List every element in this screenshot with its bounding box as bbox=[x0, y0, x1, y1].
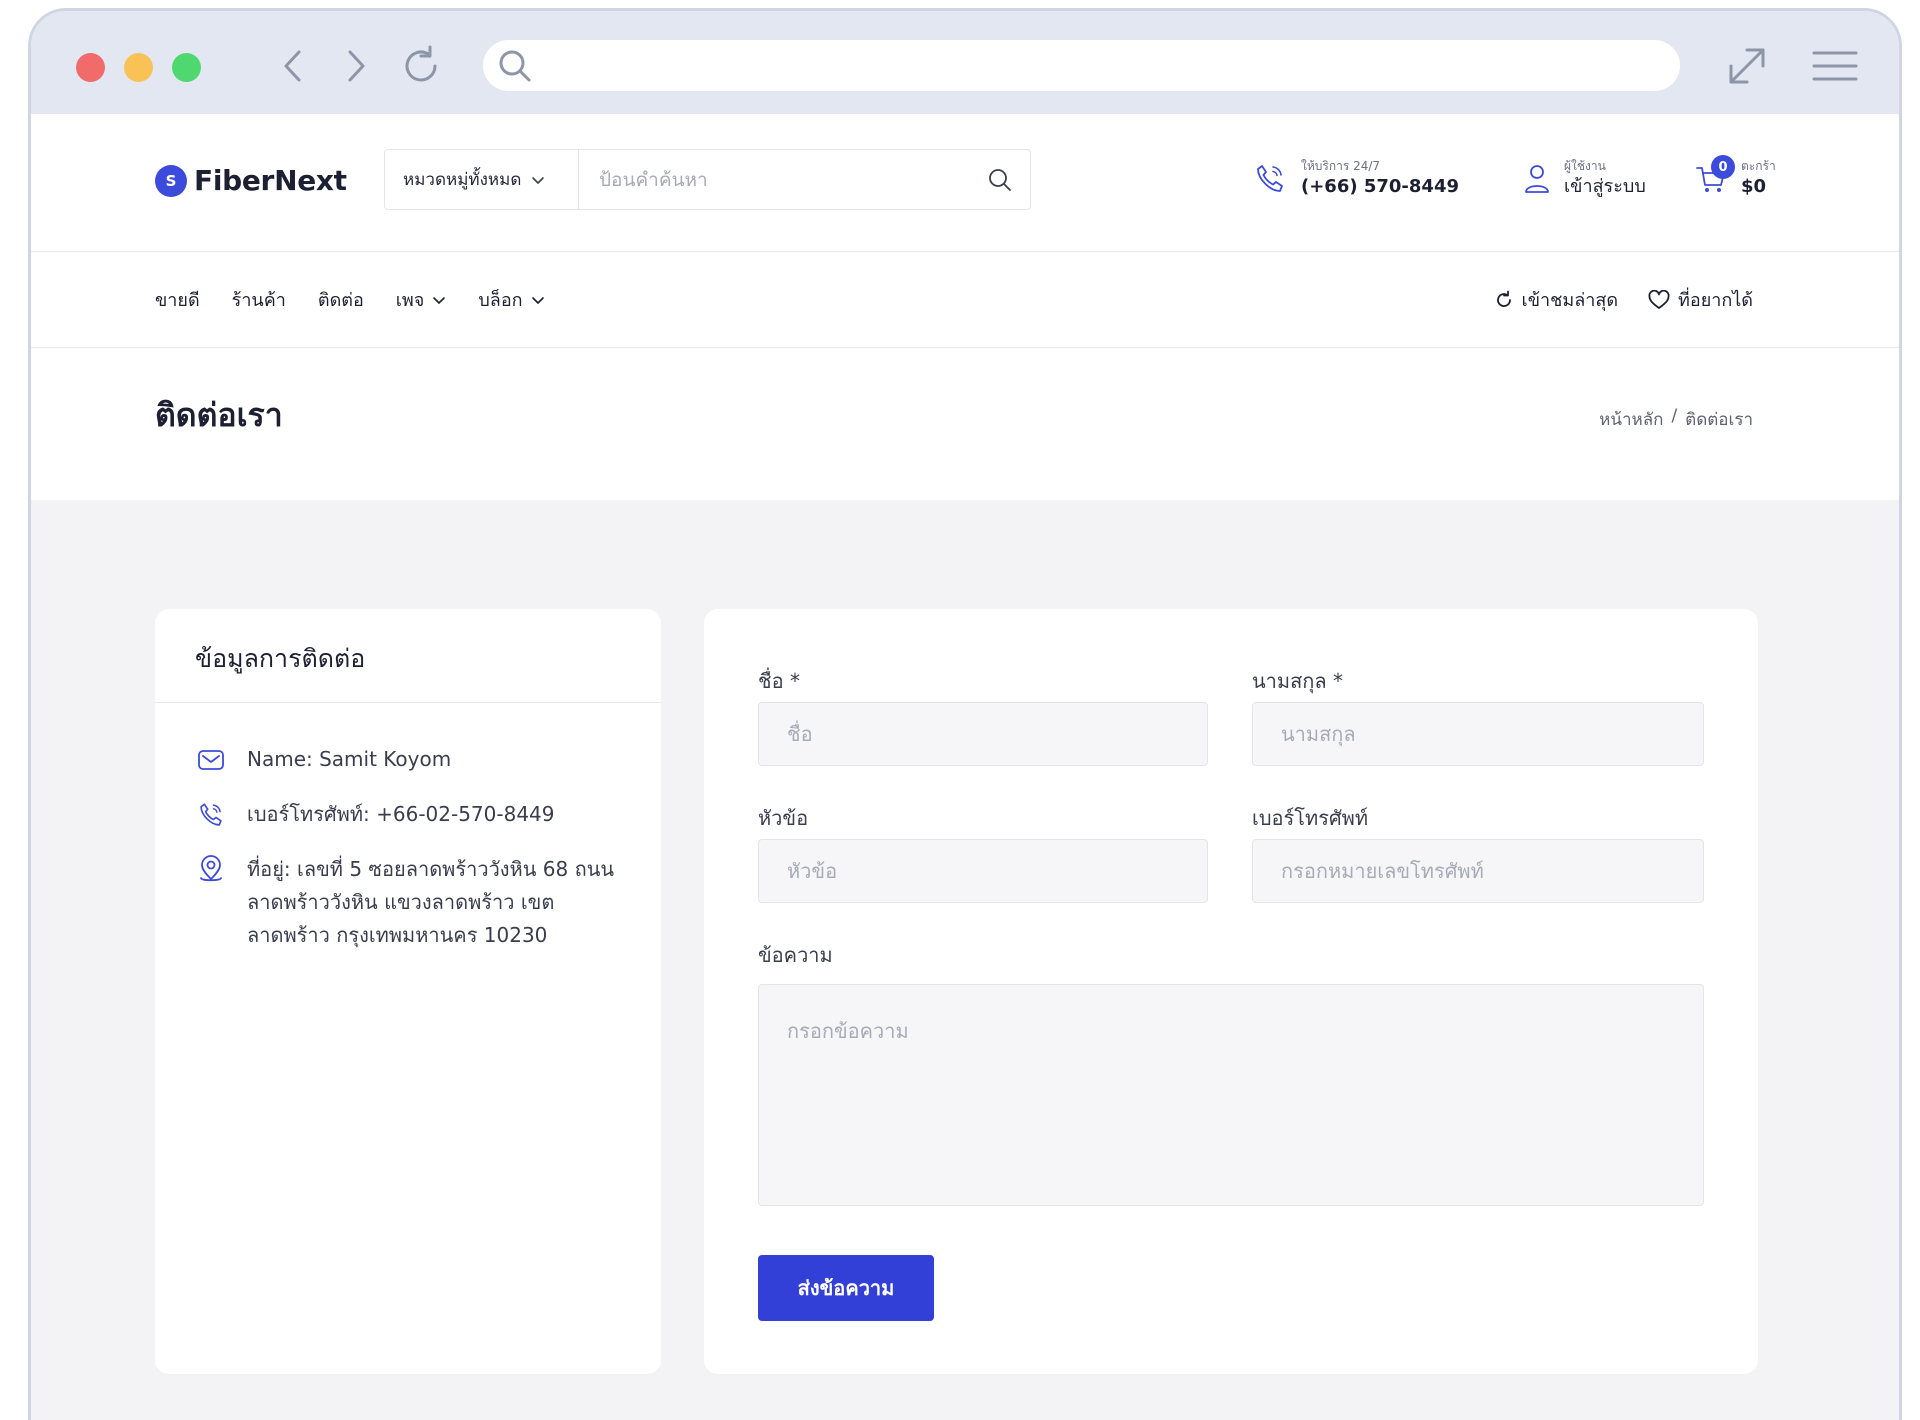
main-nav: ขายดี ร้านค้า ติดต่อ เพจ บล็อก เข้าชมล่า… bbox=[31, 252, 1899, 348]
site-header: S FiberNext หมวดหมู่ทั้งหมด ให้บริการ 24… bbox=[31, 114, 1899, 252]
recently-viewed-link[interactable]: เข้าชมล่าสุด bbox=[1494, 285, 1618, 314]
nav-item-label: ร้านค้า bbox=[231, 290, 286, 311]
info-name: Name: Samit Koyom bbox=[247, 747, 452, 771]
chevron-down-icon bbox=[532, 176, 545, 184]
nav-item-bestsellers[interactable]: ขายดี bbox=[155, 285, 200, 314]
subject-field[interactable] bbox=[758, 839, 1208, 903]
login-label: เข้าสู่ระบบ bbox=[1564, 176, 1646, 197]
phone-field[interactable] bbox=[1252, 839, 1704, 903]
support-phone[interactable]: ให้บริการ 24/7 (+66) 570-8449 bbox=[1253, 158, 1459, 200]
cart-link[interactable]: 0 ตะกร้า $0 bbox=[1695, 155, 1776, 200]
send-message-button[interactable]: ส่งข้อความ bbox=[758, 1255, 934, 1321]
forward-icon[interactable] bbox=[334, 44, 378, 88]
cart-count-badge: 0 bbox=[1711, 155, 1735, 179]
back-icon[interactable] bbox=[271, 44, 315, 88]
heart-icon bbox=[1648, 289, 1670, 309]
account-caption: ผู้ใช้งาน bbox=[1564, 159, 1606, 173]
browser-toolbar bbox=[31, 11, 1899, 114]
search-icon bbox=[497, 48, 533, 88]
nav-item-pages[interactable]: เพจ bbox=[396, 285, 447, 314]
breadcrumb-separator: / bbox=[1671, 406, 1678, 426]
refresh-icon bbox=[1496, 290, 1511, 307]
logo-mark-icon: S bbox=[155, 164, 187, 197]
chevron-down-icon bbox=[531, 296, 544, 304]
location-pin-icon bbox=[195, 853, 227, 886]
breadcrumb-current: ติดต่อเรา bbox=[1685, 410, 1753, 430]
cart-caption: ตะกร้า bbox=[1741, 159, 1776, 173]
expand-icon[interactable] bbox=[1725, 44, 1769, 88]
browser-menu-icon[interactable] bbox=[1811, 44, 1859, 88]
phone-icon bbox=[1257, 165, 1283, 192]
nav-item-label: เพจ bbox=[395, 290, 425, 311]
browser-window: S FiberNext หมวดหมู่ทั้งหมด ให้บริการ 24… bbox=[28, 8, 1902, 1420]
phone-icon bbox=[195, 798, 227, 831]
info-address: ที่อยู่: เลขที่ 5 ซอยลาดพร้าววังหิน 68 ถ… bbox=[247, 857, 615, 947]
support-caption: ให้บริการ 24/7 bbox=[1301, 159, 1381, 173]
page-title-bar: ติดต่อเรา หน้าหลัก / ติดต่อเรา bbox=[31, 348, 1899, 500]
last-name-field[interactable] bbox=[1252, 702, 1704, 766]
support-phone-number: (+66) 570-8449 bbox=[1301, 176, 1459, 197]
subject-label: หัวข้อ bbox=[758, 806, 809, 830]
envelope-icon bbox=[195, 743, 227, 776]
category-select-label: หมวดหมู่ทั้งหมด bbox=[403, 170, 522, 190]
nav-item-label: ขายดี bbox=[155, 290, 200, 311]
phone-label: เบอร์โทรศัพท์ bbox=[1252, 806, 1369, 830]
contact-form: ชื่อ * นามสกุล * หัวข้อ เบอร์โทรศัพท์ ข้… bbox=[704, 609, 1758, 1374]
account-link[interactable]: ผู้ใช้งาน เข้าสู่ระบบ bbox=[1522, 158, 1646, 200]
last-name-label: นามสกุล * bbox=[1252, 669, 1344, 693]
category-select[interactable]: หมวดหมู่ทั้งหมด bbox=[385, 150, 579, 209]
close-window-button[interactable] bbox=[76, 53, 105, 82]
page-title: ติดต่อเรา bbox=[155, 396, 283, 434]
breadcrumb-home[interactable]: หน้าหลัก bbox=[1599, 406, 1663, 433]
brand-logo[interactable]: S FiberNext bbox=[155, 164, 347, 197]
minimize-window-button[interactable] bbox=[124, 53, 153, 82]
nav-item-shop[interactable]: ร้านค้า bbox=[232, 285, 286, 314]
contact-info-title: ข้อมูลการติดต่อ bbox=[155, 609, 661, 703]
nav-item-label: บล็อก bbox=[478, 290, 523, 311]
maximize-window-button[interactable] bbox=[172, 53, 201, 82]
info-phone-row: เบอร์โทรศัพท์: +66-02-570-8449 bbox=[195, 798, 625, 831]
recently-viewed-label: เข้าชมล่าสุด bbox=[1521, 290, 1619, 311]
breadcrumb: หน้าหลัก / ติดต่อเรา bbox=[1599, 406, 1753, 433]
search-box: หมวดหมู่ทั้งหมด bbox=[384, 149, 1031, 210]
address-bar[interactable] bbox=[483, 40, 1680, 91]
contact-info-card: ข้อมูลการติดต่อ Name: Samit Koyom เบอร์โ… bbox=[155, 609, 661, 1374]
search-icon bbox=[989, 168, 1011, 191]
info-address-row: ที่อยู่: เลขที่ 5 ซอยลาดพร้าววังหิน 68 ถ… bbox=[195, 853, 625, 952]
cart-icon-wrap: 0 bbox=[1695, 155, 1735, 195]
reload-icon[interactable] bbox=[399, 44, 443, 88]
first-name-field[interactable] bbox=[758, 702, 1208, 766]
user-icon bbox=[1525, 165, 1549, 193]
chevron-down-icon bbox=[433, 296, 446, 304]
info-phone: เบอร์โทรศัพท์: +66-02-570-8449 bbox=[247, 802, 555, 826]
first-name-label: ชื่อ * bbox=[758, 669, 800, 693]
brand-name: FiberNext bbox=[194, 164, 347, 197]
wishlist-link[interactable]: ที่อยากได้ bbox=[1648, 285, 1753, 314]
message-label: ข้อความ bbox=[758, 943, 833, 967]
nav-item-label: ติดต่อ bbox=[317, 290, 364, 311]
content-area: ข้อมูลการติดต่อ Name: Samit Koyom เบอร์โ… bbox=[31, 500, 1899, 1420]
nav-item-contact[interactable]: ติดต่อ bbox=[318, 285, 364, 314]
search-button[interactable] bbox=[970, 150, 1030, 209]
nav-item-blog[interactable]: บล็อก bbox=[478, 285, 544, 314]
wishlist-label: ที่อยากได้ bbox=[1678, 290, 1753, 311]
cart-total: $0 bbox=[1741, 176, 1767, 197]
search-input[interactable] bbox=[579, 150, 970, 209]
message-field[interactable] bbox=[758, 984, 1704, 1206]
info-name-row: Name: Samit Koyom bbox=[195, 743, 625, 776]
